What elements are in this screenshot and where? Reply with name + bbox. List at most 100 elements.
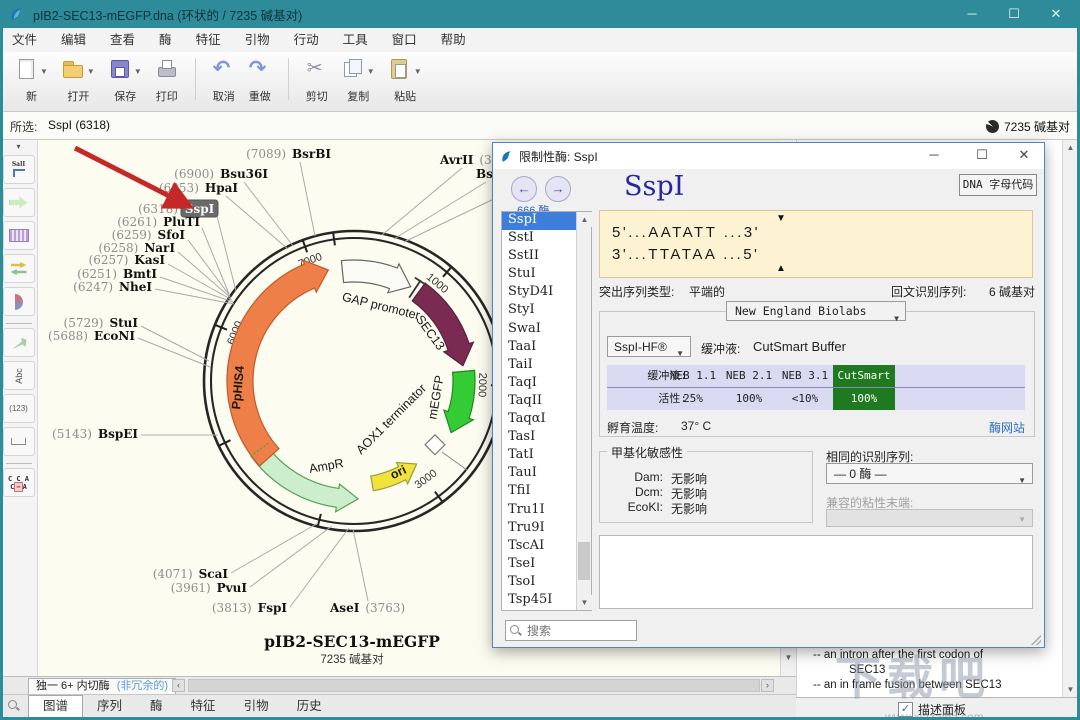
map-enzyme-label[interactable]: (6251) BmtI [77, 267, 157, 281]
nav-forward-icon[interactable]: → [545, 176, 571, 202]
enzyme-list-item[interactable]: StyI [502, 302, 581, 320]
toolbar-open-button[interactable]: ▼打开 [55, 52, 102, 104]
variant-dropdown[interactable]: SspI-HF® ▼ [607, 336, 691, 357]
toolbar-undo-button[interactable]: 取消 [206, 52, 242, 104]
map-enzyme-label[interactable]: (3813) FspI [212, 601, 288, 615]
tab-enzymes[interactable]: 酶 [136, 696, 177, 717]
menu-tools[interactable]: 工具 [331, 28, 380, 52]
maximize-icon[interactable]: ☐ [993, 0, 1035, 28]
toolbar-new-button[interactable]: ▼新 [8, 52, 55, 104]
toolbar-cut-button[interactable]: 剪切 [299, 52, 335, 104]
enzyme-list-item[interactable]: TaiI [502, 357, 581, 375]
tab-history[interactable]: 历史 [283, 696, 336, 717]
close-icon[interactable]: ✕ [1035, 0, 1077, 28]
text-label-tool-icon[interactable]: Abc [3, 361, 35, 390]
enzyme-list-item[interactable]: SspI [502, 212, 581, 230]
feature-arrow-tool-icon[interactable] [3, 188, 35, 217]
map-vscrollbar[interactable]: ▼ [780, 648, 796, 676]
menu-file[interactable]: 文件 [0, 28, 49, 52]
tab-features[interactable]: 特征 [177, 696, 230, 717]
map-enzyme-label[interactable]: (5143) BspEI [52, 427, 138, 441]
feature-arc[interactable] [341, 260, 410, 293]
map-enzyme-label[interactable]: (6853) HpaI [159, 181, 238, 195]
nav-back-icon[interactable]: ← [511, 176, 537, 202]
translation-arrow-tool-icon[interactable] [3, 328, 35, 357]
menu-edit[interactable]: 编辑 [49, 28, 98, 52]
sequence-ruler-tool-icon[interactable] [3, 221, 35, 250]
map-enzyme-label[interactable]: (6259) SfoI [112, 228, 186, 242]
dna-letter-code-button[interactable]: DNA 字母代码 [959, 174, 1037, 196]
toolbar-copy-button[interactable]: ▼复制 [335, 52, 382, 104]
scroll-up-icon[interactable]: ▲ [577, 212, 592, 227]
map-enzyme-label[interactable]: (5729) StuI [64, 316, 139, 330]
alignment-tool-icon[interactable]: C C AC−A [3, 468, 35, 497]
toolbar-paste-button[interactable]: ▼粘贴 [382, 52, 429, 104]
search-box[interactable] [505, 620, 637, 641]
enzyme-list-item[interactable]: TsoI [502, 574, 581, 592]
enzyme-list-item[interactable]: TfiI [502, 483, 581, 501]
dialog-maximize-icon[interactable]: ☐ [969, 143, 995, 167]
minimize-icon[interactable]: ─ [951, 0, 993, 28]
description-panel-checkbox[interactable]: ✓ 描述面板 [898, 701, 966, 718]
orf-tool-icon[interactable] [3, 287, 35, 316]
numbering-tool-icon[interactable]: (123) [3, 394, 35, 423]
enzyme-list-item[interactable]: SstI [502, 230, 581, 248]
panel-vscrollbar[interactable]: ▲ ▼ [1062, 140, 1078, 697]
enzyme-list-item[interactable]: TscAI [502, 538, 581, 556]
feature-aox1-terminator[interactable] [425, 435, 445, 455]
scroll-right-icon[interactable]: › [761, 679, 774, 692]
primer-tool-icon[interactable] [3, 254, 35, 283]
scroll-left-icon[interactable]: ‹ [172, 679, 185, 692]
resize-grip[interactable] [1031, 635, 1041, 645]
enzyme-list-item[interactable]: TseI [502, 556, 581, 574]
enzyme-tool-icon[interactable]: SalI [3, 155, 35, 184]
enzyme-list-item[interactable]: TauI [502, 465, 581, 483]
map-enzyme-label[interactable]: (6247) NheI [73, 280, 152, 294]
menu-enzymes[interactable]: 酶 [147, 28, 184, 52]
enzyme-list-item[interactable]: SwaI [502, 321, 581, 339]
scroll-down-icon[interactable]: ▼ [1063, 682, 1078, 697]
tab-map[interactable]: 图谱 [28, 695, 83, 717]
chevron-down-icon[interactable]: ▼ [40, 67, 48, 76]
toolbar-redo-button[interactable]: 重做 [242, 52, 278, 104]
supplier-dropdown[interactable]: New England Biolabs ▼ [726, 301, 906, 321]
chevron-up-icon[interactable]: ▾ [0, 142, 37, 151]
enzyme-list-item[interactable]: StuI [502, 266, 581, 284]
map-enzyme-label[interactable]: (6257) KasI [89, 253, 166, 267]
bracket-tool-icon[interactable] [3, 427, 35, 456]
dialog-minimize-icon[interactable]: ─ [921, 143, 947, 167]
enzyme-list-item[interactable]: Tru9I [502, 520, 581, 538]
enzyme-list[interactable]: SspISstISstIIStuIStyD4IStyISwaITaaITaiIT… [501, 211, 592, 611]
chevron-down-icon[interactable]: ▼ [134, 67, 142, 76]
scroll-down-icon[interactable]: ▼ [577, 595, 592, 610]
map-enzyme-label[interactable]: (4071) ScaI [153, 567, 229, 581]
enzyme-website-link[interactable]: 酶网站 [989, 419, 1025, 436]
map-enzyme-label[interactable]: (3961) PvuI [171, 581, 248, 595]
unique-cutters-tab[interactable]: 独一 6+ 内切酶 (非冗余的) [28, 678, 176, 695]
chevron-down-icon[interactable]: ▼ [414, 67, 422, 76]
dialog-close-icon[interactable]: ✕ [1011, 143, 1037, 167]
search-icon[interactable] [8, 700, 20, 712]
enzyme-list-item[interactable]: TatI [502, 447, 581, 465]
enzyme-list-item[interactable]: TaqII [502, 393, 581, 411]
map-enzyme-label[interactable]: (5688) EcoNI [48, 329, 135, 343]
same-recognition-dropdown[interactable]: — 0 酶 — ▼ [826, 463, 1033, 484]
chevron-down-icon[interactable]: ▼ [367, 67, 375, 76]
enzyme-list-item[interactable]: StyD4I [502, 284, 581, 302]
search-input[interactable] [525, 623, 629, 639]
enzyme-list-item[interactable]: TaqαI [502, 411, 581, 429]
map-enzyme-label[interactable]: SspI [185, 202, 215, 216]
enzyme-list-scrollbar[interactable]: ▲ ▼ [576, 212, 591, 610]
map-enzyme-label[interactable]: (6900) Bsu36I [174, 167, 268, 181]
tab-sequence[interactable]: 序列 [83, 696, 136, 717]
enzyme-list-item[interactable]: Tsp45I [502, 592, 581, 610]
enzyme-list-item[interactable]: TasI [502, 429, 581, 447]
menu-primers[interactable]: 引物 [233, 28, 282, 52]
menu-actions[interactable]: 行动 [282, 28, 331, 52]
scroll-up-icon[interactable]: ▲ [1063, 140, 1078, 155]
map-enzyme-label[interactable]: (7089) BsrBI [246, 147, 331, 161]
scroll-down-icon[interactable]: ▼ [781, 650, 796, 665]
map-enzyme-label[interactable]: AseI (3763) [329, 601, 405, 615]
scrollbar-thumb[interactable] [578, 542, 590, 580]
enzyme-list-item[interactable]: TaaI [502, 339, 581, 357]
